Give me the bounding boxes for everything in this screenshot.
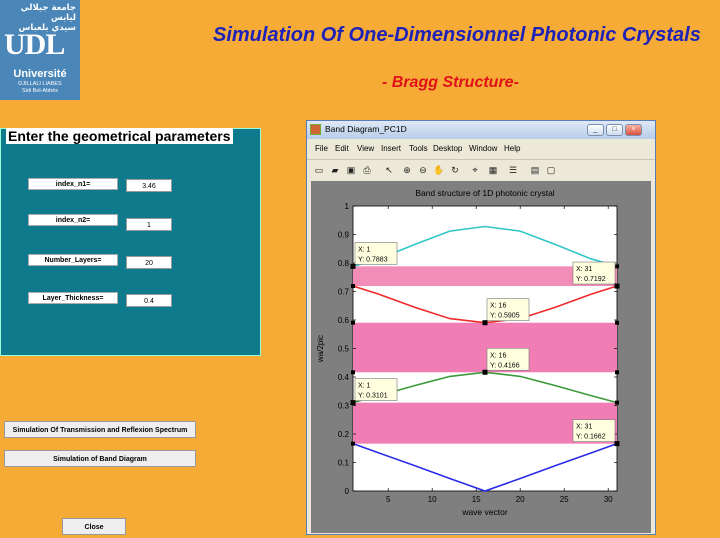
matlab-figure-icon <box>310 124 321 135</box>
datatip-marker <box>350 400 356 406</box>
datatip-marker <box>614 283 620 289</box>
open-file-icon[interactable]: ▰ <box>329 164 341 176</box>
menu-insert[interactable]: Insert <box>381 144 401 153</box>
band-structure-chart: 00.10.20.30.40.50.60.70.80.915 10 15 20 25 30… <box>316 188 620 517</box>
menu-window[interactable]: Window <box>469 144 497 153</box>
menu-help[interactable]: Help <box>504 144 520 153</box>
show-plot-tools-icon[interactable]: ▢ <box>545 164 557 176</box>
data-cursor-icon[interactable]: ⌖ <box>469 164 481 176</box>
number-layers-input[interactable]: 20 <box>126 256 172 269</box>
datatip-y-label: Y: 0.4166 <box>490 362 520 369</box>
hide-plot-tools-icon[interactable]: ▤ <box>529 164 541 176</box>
chart-title: Band structure of 1D photonic crystal <box>415 188 554 198</box>
band-diagram-button[interactable]: Simulation of Band Diagram <box>4 450 196 467</box>
menu-desktop[interactable]: Desktop <box>433 144 462 153</box>
y-tick-label: 0.9 <box>338 231 350 240</box>
menu-edit[interactable]: Edit <box>335 144 349 153</box>
x-tick-label: 5 <box>386 495 391 504</box>
zoom-in-icon[interactable]: ⊕ <box>401 164 413 176</box>
maximize-icon[interactable]: □ <box>606 124 623 136</box>
logo-universite-text: Université <box>13 68 67 80</box>
x-tick-label: 15 <box>472 495 481 504</box>
x-tick-label: 30 <box>604 495 613 504</box>
window-title: Band Diagram_PC1D <box>325 124 407 134</box>
pan-icon[interactable]: ✋ <box>433 164 445 176</box>
datatip-y-label: Y: 0.3101 <box>358 393 388 400</box>
datatip-x-label: X: 1 <box>358 246 371 253</box>
y-tick-label: 0.5 <box>338 345 350 354</box>
print-icon[interactable]: ⎙ <box>361 164 373 176</box>
gap-edge-marker <box>351 320 355 325</box>
gap-edge-marker <box>351 441 355 446</box>
x-tick-label: 25 <box>560 495 569 504</box>
gap-edge-marker <box>615 320 619 325</box>
band-diagram-window: Band Diagram_PC1D _ □ × File Edit View I… <box>306 120 656 535</box>
university-logo: جامعة جيلالي ليابس سيدي بلعباس UDL Unive… <box>0 0 80 100</box>
datatip-marker <box>482 369 488 375</box>
save-icon[interactable]: ▣ <box>345 164 357 176</box>
number-layers-label: Number_Layers= <box>28 254 118 266</box>
parameters-panel <box>0 128 261 356</box>
x-axis-label: wave vector <box>461 507 508 517</box>
y-tick-label: 0.2 <box>338 430 350 439</box>
minimize-icon[interactable]: _ <box>587 124 604 136</box>
y-tick-label: 0.4 <box>338 373 350 382</box>
x-tick-label: 20 <box>516 495 525 504</box>
parameters-panel-title: Enter the geometrical parameters <box>6 128 233 144</box>
datatip-marker <box>614 441 620 447</box>
datatip-marker <box>350 263 356 269</box>
legend-icon[interactable]: ☰ <box>507 164 519 176</box>
window-titlebar[interactable]: Band Diagram_PC1D _ □ × <box>307 121 655 139</box>
colorbar-icon[interactable]: ▦ <box>487 164 499 176</box>
page-subtitle: - Bragg Structure- <box>382 74 519 91</box>
layer-thickness-label: Layer_Thickness= <box>28 292 118 304</box>
datatip-x-label: X: 1 <box>358 383 371 390</box>
menu-tools[interactable]: Tools <box>409 144 428 153</box>
datatip-x-label: X: 31 <box>576 266 592 273</box>
band-gap-region <box>353 322 617 373</box>
close-button[interactable]: Close <box>62 518 126 535</box>
new-file-icon[interactable]: ▭ <box>313 164 325 176</box>
gap-edge-marker <box>615 400 619 405</box>
y-tick-label: 0.8 <box>338 259 350 268</box>
logo-city-text: DJILLALI LIABES Sidi Bel-Abbès <box>18 81 62 94</box>
close-window-icon[interactable]: × <box>625 124 642 136</box>
datatip-x-label: X: 16 <box>490 303 506 310</box>
gap-edge-marker <box>615 264 619 269</box>
page-title: Simulation Of One-Dimensionnel Photonic … <box>213 24 701 46</box>
zoom-out-icon[interactable]: ⊖ <box>417 164 429 176</box>
y-tick-label: 0.1 <box>338 459 350 468</box>
y-tick-label: 0.6 <box>338 316 350 325</box>
index-n2-input[interactable]: 1 <box>126 218 172 231</box>
transmission-spectrum-button[interactable]: Simulation Of Transmission and Reflexion… <box>4 421 196 438</box>
datatip-x-label: X: 16 <box>490 352 506 359</box>
datatip-y-label: Y: 0.5905 <box>490 313 520 320</box>
y-tick-label: 1 <box>345 202 350 211</box>
x-tick-label: 10 <box>428 495 437 504</box>
y-tick-label: 0.3 <box>338 402 350 411</box>
datatip-marker <box>482 320 488 326</box>
y-tick-label: 0 <box>345 487 350 496</box>
logo-udl-text: UDL <box>4 28 65 61</box>
layer-thickness-input[interactable]: 0.4 <box>126 294 172 307</box>
window-toolbar: ▭ ▰ ▣ ⎙ ↖ ⊕ ⊖ ✋ ↻ ⌖ ▦ ☰ ▤ ▢ <box>307 159 655 178</box>
select-arrow-icon[interactable]: ↖ <box>383 164 395 176</box>
window-menubar: File Edit View Insert Tools Desktop Wind… <box>307 141 655 157</box>
y-axis-label: wa/2pic <box>316 335 325 363</box>
index-n1-label: index_n1= <box>28 178 118 190</box>
index-n1-input[interactable]: 3.46 <box>126 179 172 192</box>
menu-view[interactable]: View <box>357 144 374 153</box>
datatip-y-label: Y: 0.7192 <box>576 276 606 283</box>
datatip-y-label: Y: 0.1662 <box>576 434 606 441</box>
gap-edge-marker <box>615 370 619 375</box>
index-n2-label: index_n2= <box>28 214 118 226</box>
gap-edge-marker <box>351 370 355 375</box>
rotate-icon[interactable]: ↻ <box>449 164 461 176</box>
figure-canvas: 0 0.1 0.2 0.3 0.4 0.5 0.6 0.7 0.8 0.9 1 5 10 15 20 25 30… <box>311 181 651 533</box>
menu-file[interactable]: File <box>315 144 328 153</box>
datatip-y-label: Y: 0.7883 <box>358 256 388 263</box>
datatip-x-label: X: 31 <box>576 424 592 431</box>
y-tick-label: 0.7 <box>338 288 350 297</box>
gap-edge-marker <box>351 284 355 289</box>
